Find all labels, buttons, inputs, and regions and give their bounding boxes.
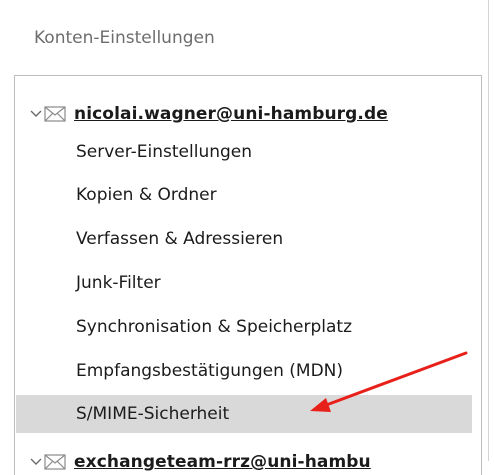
chevron-down-icon[interactable] — [29, 455, 43, 469]
envelope-icon — [44, 106, 66, 122]
tree-item-server-settings[interactable]: Server-Einstellungen — [16, 133, 472, 171]
tree-item-label: S/MIME-Sicherheit — [76, 404, 230, 424]
tree-item-label: Empfangsbestätigungen (MDN) — [76, 361, 344, 381]
dialog-title: Konten-Einstellungen — [34, 28, 215, 48]
tree-item-composition[interactable]: Verfassen & Adressieren — [16, 220, 472, 258]
tree-item-junk-filter[interactable]: Junk-Filter — [16, 264, 472, 302]
tree-item-smime-security[interactable]: S/MIME-Sicherheit — [16, 395, 472, 433]
tree-item-label: Junk-Filter — [76, 273, 161, 293]
account-label: nicolai.wagner@uni-hamburg.de — [74, 104, 388, 124]
tree-item-label: Verfassen & Adressieren — [76, 229, 284, 249]
tree-item-return-receipts[interactable]: Empfangsbestätigungen (MDN) — [16, 352, 472, 390]
account-row-secondary[interactable]: exchangeteam-rrz@uni-hambu — [29, 444, 371, 475]
tree-item-copies-folders[interactable]: Kopien & Ordner — [16, 176, 472, 214]
tree-item-label: Kopien & Ordner — [76, 185, 217, 205]
tree-item-synchronisation[interactable]: Synchronisation & Speicherplatz — [16, 308, 472, 346]
envelope-icon — [44, 454, 66, 470]
chevron-down-icon[interactable] — [29, 107, 43, 121]
tree-item-label: Server-Einstellungen — [76, 142, 253, 162]
account-label: exchangeteam-rrz@uni-hambu — [74, 452, 371, 472]
tree-item-label: Synchronisation & Speicherplatz — [76, 317, 353, 337]
window-divider — [488, 0, 489, 461]
account-row-primary[interactable]: nicolai.wagner@uni-hamburg.de — [29, 96, 388, 132]
account-tree[interactable]: nicolai.wagner@uni-hamburg.de Server-Ein… — [14, 75, 482, 475]
